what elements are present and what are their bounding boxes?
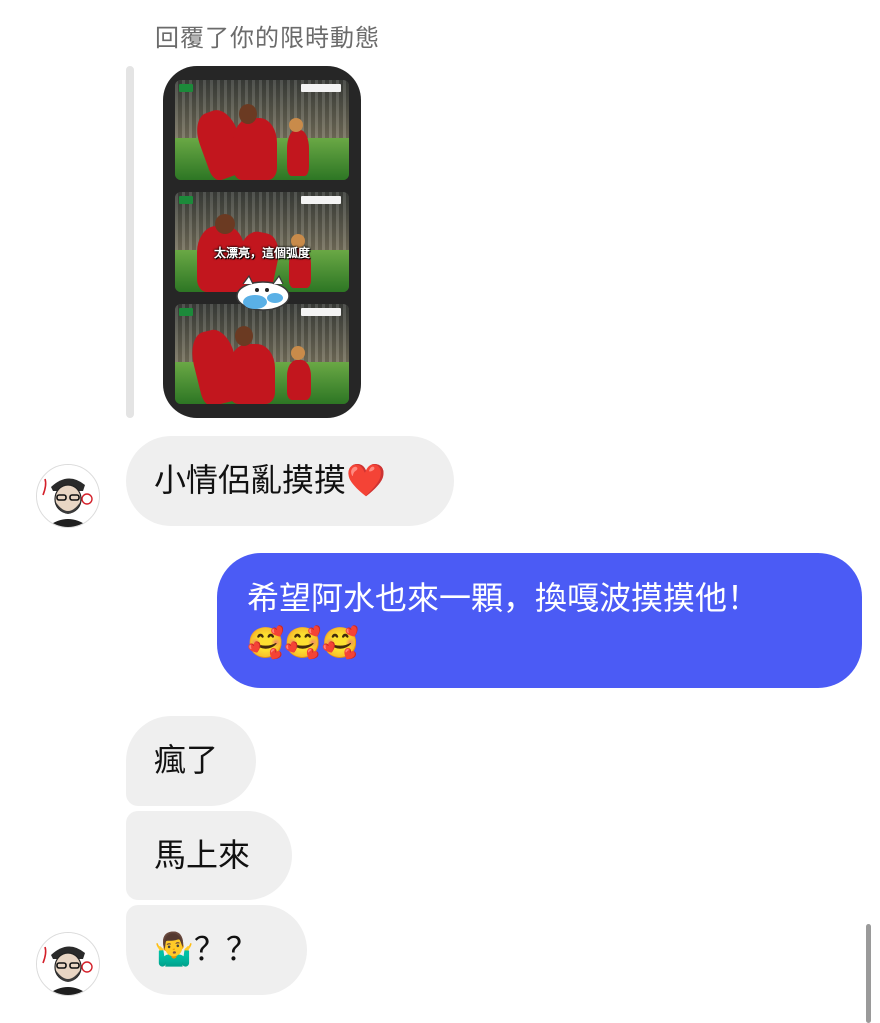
contact-avatar[interactable] [36, 932, 100, 996]
incoming-message-bubble[interactable]: 瘋了 [126, 716, 256, 806]
message-emojis: 🥰🥰🥰 [247, 626, 360, 661]
scrollbar[interactable] [866, 924, 871, 1023]
incoming-message-bubble[interactable]: 馬上來 [126, 811, 292, 900]
avatar-illustration-icon [37, 933, 99, 995]
story-frame-1 [175, 80, 349, 180]
chat-thread: 回覆了你的限時動態 太漂亮，這個弧度 小情侶亂摸摸❤️ 希望阿水也來一顆，換嘎波… [0, 0, 880, 1023]
outgoing-message-bubble[interactable]: 希望阿水也來一顆，換嘎波摸摸他！ 🥰🥰🥰 [217, 553, 862, 688]
message-text: 希望阿水也來一顆，換嘎波摸摸他！ [247, 579, 760, 617]
story-frame-3 [175, 304, 349, 404]
story-reply-caption: 回覆了你的限時動態 [155, 24, 380, 52]
cat-sticker-icon [236, 274, 290, 311]
message-text: 🤷‍♂️？？ [154, 930, 258, 968]
contact-avatar[interactable] [36, 464, 100, 528]
message-text: 瘋了 [154, 741, 219, 779]
avatar-illustration-icon [37, 465, 99, 527]
story-thumbnail[interactable]: 太漂亮，這個弧度 [163, 66, 361, 418]
message-text: 馬上來 [154, 836, 251, 874]
incoming-message-bubble[interactable]: 小情侶亂摸摸❤️ [126, 436, 454, 526]
reply-indicator-bar [126, 66, 134, 418]
incoming-message-bubble[interactable]: 🤷‍♂️？？ [126, 905, 307, 995]
story-overlay-text: 太漂亮，這個弧度 [213, 246, 310, 260]
message-text: 小情侶亂摸摸❤️ [154, 461, 386, 499]
